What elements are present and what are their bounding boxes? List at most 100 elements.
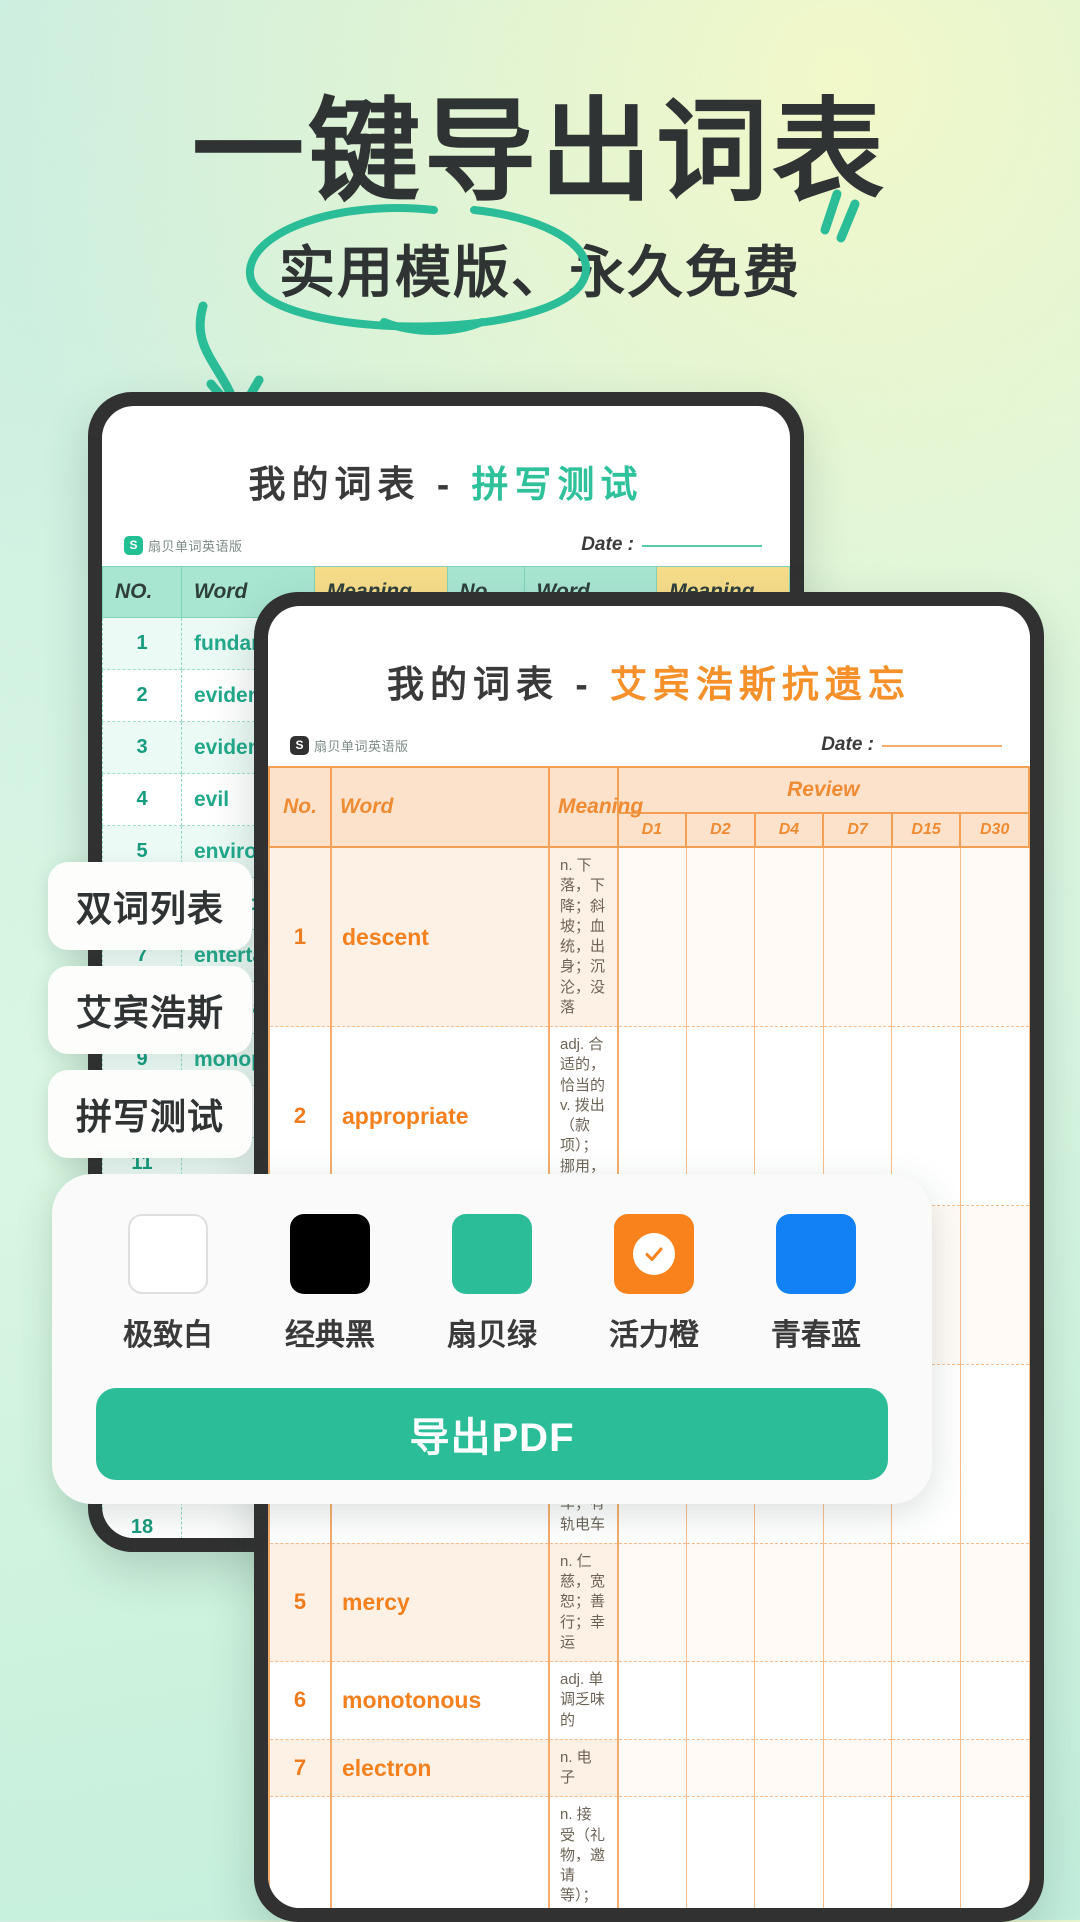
cell-review-mark[interactable] — [617, 1661, 687, 1740]
brand-text-2: 扇贝单词英语版 — [314, 738, 409, 754]
cell-meaning: n. 电子 — [548, 1739, 619, 1798]
cell-review-mark[interactable] — [822, 1739, 893, 1798]
cell-review-mark[interactable] — [959, 1205, 1030, 1365]
cell-word: descent — [330, 847, 550, 1027]
table-row: 6 monotonous adj. 单调乏味的 — [268, 1661, 1030, 1740]
cell-no: 4 — [102, 773, 182, 826]
col-review-day: D30 — [959, 812, 1030, 848]
color-chip[interactable] — [128, 1214, 208, 1294]
cell-review-mark[interactable] — [959, 1661, 1030, 1740]
color-chip[interactable] — [452, 1214, 532, 1294]
export-pdf-button[interactable]: 导出PDF — [96, 1388, 888, 1480]
cell-meaning: n. 接受（礼物，邀请等）；认同，同意；接纳，接受；承认；逆来顺受，容忍 — [548, 1796, 619, 1908]
cell-review-mark[interactable] — [959, 847, 1030, 1027]
pill-dual-word-list[interactable]: 双词列表 — [48, 862, 253, 950]
cell-review-mark[interactable] — [891, 847, 961, 1027]
col-review-day: D15 — [890, 812, 962, 848]
cell-review-mark[interactable] — [959, 1739, 1030, 1798]
cell-review-mark[interactable] — [891, 1543, 961, 1663]
color-swatch-blue[interactable]: 青春蓝 — [756, 1214, 876, 1354]
col-review-day: D4 — [753, 812, 825, 848]
shanbay-logo-icon-2: S — [290, 735, 309, 755]
color-swatch-white[interactable]: 极致白 — [108, 1214, 228, 1354]
cell-review-mark[interactable] — [617, 847, 687, 1027]
col-word: Word — [330, 766, 550, 848]
date-label-2: Date : — [821, 734, 874, 755]
col-meaning: Meaning — [548, 766, 643, 848]
color-swatch-label: 经典黑 — [285, 1319, 375, 1352]
color-swatch-green[interactable]: 扇贝绿 — [432, 1214, 552, 1354]
col-review-day: D2 — [685, 812, 756, 848]
sheet-title-spelling: 我的词表 - 拼写测试 — [102, 406, 790, 508]
cell-review-mark[interactable] — [685, 1661, 756, 1740]
pill-ebbinghaus[interactable]: 艾宾浩斯 — [48, 966, 253, 1054]
sheet-meta-ebbinghaus: S 扇贝单词英语版 Date : — [268, 708, 1030, 766]
cell-review-mark[interactable] — [959, 1543, 1030, 1663]
cell-review-mark[interactable] — [822, 1661, 893, 1740]
cell-word: electron — [330, 1739, 550, 1798]
cell-no: 3 — [102, 721, 182, 774]
cell-no: 6 — [268, 1661, 332, 1740]
color-chip[interactable] — [290, 1214, 370, 1294]
cell-no: 8 — [268, 1796, 332, 1908]
sheet-title-prefix: 我的词表 - — [248, 464, 472, 505]
table-row: 1 descent n. 下落，下降；斜坡；血统，出身；沉沦，没落 — [268, 847, 1030, 1027]
cell-review-mark[interactable] — [617, 1739, 687, 1798]
cell-no: 2 — [102, 669, 182, 722]
cell-review-mark[interactable] — [685, 847, 756, 1027]
table-row: 8acceptancen. 接受（礼物，邀请等）；认同，同意；接纳，接受；承认；… — [268, 1796, 1030, 1908]
cell-review-mark[interactable] — [959, 1026, 1030, 1206]
sheet-meta-spelling: S 扇贝单词英语版 Date : — [102, 508, 790, 566]
cell-review-mark[interactable] — [685, 1739, 756, 1798]
page-headline: 一键导出词表 — [192, 89, 888, 214]
color-chip[interactable] — [614, 1214, 694, 1294]
cell-review-mark[interactable] — [959, 1796, 1030, 1908]
cell-word: mercy — [330, 1543, 550, 1663]
cell-review-mark[interactable] — [959, 1364, 1030, 1544]
cell-review-mark[interactable] — [822, 847, 893, 1027]
cell-review-mark[interactable] — [685, 1796, 756, 1908]
cell-no: 1 — [102, 617, 182, 670]
cell-meaning: n. 下落，下降；斜坡；血统，出身；沉沦，没落 — [548, 847, 619, 1027]
table-row: 5 mercy n. 仁慈，宽恕；善行；幸运 — [268, 1543, 1030, 1663]
cell-review-mark[interactable] — [822, 1796, 893, 1908]
cell-word: acceptance — [330, 1796, 550, 1908]
cell-review-mark[interactable] — [891, 1739, 961, 1798]
col-review-day: D1 — [616, 812, 688, 848]
theme-picker-panel: 极致白 经典黑 扇贝绿 活力橙 青春蓝 导出PDF — [52, 1174, 932, 1504]
cell-review-mark[interactable] — [754, 1739, 824, 1798]
cell-review-mark[interactable] — [891, 1661, 961, 1740]
cell-review-mark[interactable] — [754, 1543, 824, 1663]
cell-review-mark[interactable] — [754, 1661, 824, 1740]
brand-spelling: S 扇贝单词英语版 — [124, 535, 243, 555]
sheet-title-accent-2: 艾宾浩斯抗遗忘 — [609, 664, 911, 705]
date-field-ebbinghaus: Date : — [821, 734, 1002, 756]
check-icon — [633, 1233, 675, 1275]
cell-review-mark[interactable] — [617, 1543, 687, 1663]
cell-review-mark[interactable] — [822, 1543, 893, 1663]
date-label: Date : — [581, 534, 634, 555]
cell-review-mark[interactable] — [754, 847, 824, 1027]
color-swatch-orange[interactable]: 活力橙 — [594, 1214, 714, 1354]
pill-spelling-test[interactable]: 拼写测试 — [48, 1070, 253, 1158]
color-chip[interactable] — [776, 1214, 856, 1294]
color-swatch-label: 极致白 — [123, 1319, 213, 1352]
cell-meaning: n. 仁慈，宽恕；善行；幸运 — [548, 1543, 619, 1663]
cell-review-mark[interactable] — [754, 1796, 824, 1908]
color-swatch-row: 极致白 经典黑 扇贝绿 活力橙 青春蓝 — [96, 1214, 888, 1354]
shanbay-logo-icon: S — [124, 535, 143, 555]
cell-review-mark[interactable] — [685, 1543, 756, 1663]
brand-ebbinghaus: S 扇贝单词英语版 — [290, 735, 409, 755]
col-review-group: Review — [616, 766, 1030, 814]
col-no: No. — [268, 766, 332, 848]
page-subline: 实用模版、永久免费 — [245, 189, 860, 335]
cell-review-mark[interactable] — [617, 1796, 687, 1908]
color-swatch-black[interactable]: 经典黑 — [270, 1214, 390, 1354]
subline-container: 实用模版、永久免费 — [0, 189, 1080, 338]
table-row: 7 electron n. 电子 — [268, 1739, 1030, 1798]
sparkle-icon — [820, 189, 860, 243]
brand-text: 扇贝单词英语版 — [148, 538, 243, 554]
color-swatch-label: 青春蓝 — [771, 1319, 861, 1352]
cell-review-mark[interactable] — [891, 1796, 961, 1908]
date-field-spelling: Date : — [581, 534, 762, 556]
